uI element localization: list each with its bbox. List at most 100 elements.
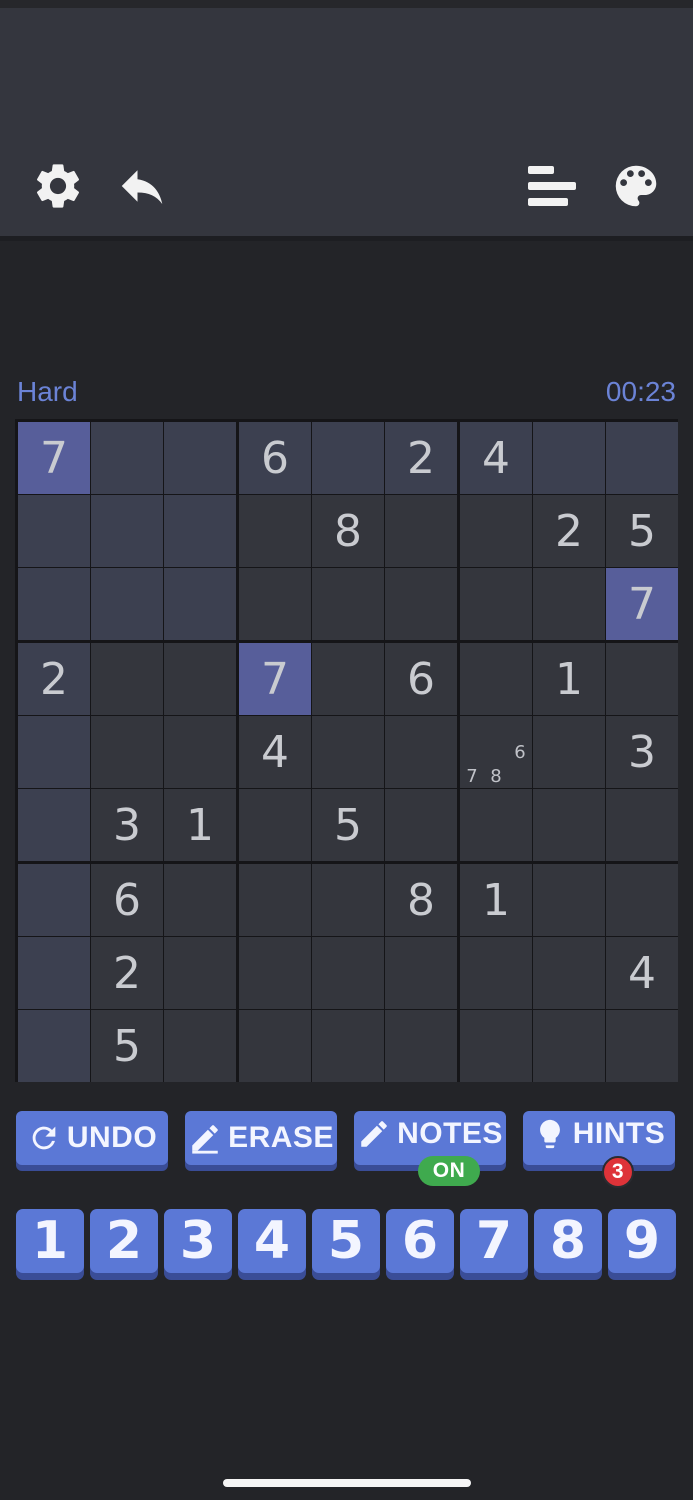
- cell-r3-c4[interactable]: [239, 568, 311, 640]
- cell-r2-c6[interactable]: [385, 495, 457, 567]
- cell-r5-c3[interactable]: [164, 716, 236, 788]
- number-button-5[interactable]: 5: [312, 1209, 380, 1273]
- cell-r9-c7[interactable]: [460, 1010, 532, 1082]
- cell-r5-c7[interactable]: 6 78: [460, 716, 532, 788]
- cell-r8-c3[interactable]: [164, 937, 236, 1009]
- cell-r9-c3[interactable]: [164, 1010, 236, 1082]
- cell-r7-c5[interactable]: [312, 864, 384, 936]
- cell-r8-c2[interactable]: 2: [91, 937, 163, 1009]
- cell-r3-c9[interactable]: 7: [606, 568, 678, 640]
- cell-r5-c9[interactable]: 3: [606, 716, 678, 788]
- cell-r2-c3[interactable]: [164, 495, 236, 567]
- cell-r6-c5[interactable]: 5: [312, 789, 384, 861]
- cell-r5-c8[interactable]: [533, 716, 605, 788]
- cell-r4-c7[interactable]: [460, 643, 532, 715]
- cell-r8-c5[interactable]: [312, 937, 384, 1009]
- cell-r6-c6[interactable]: [385, 789, 457, 861]
- palette-icon[interactable]: [606, 156, 666, 216]
- cell-r4-c3[interactable]: [164, 643, 236, 715]
- cell-value: 6: [407, 653, 435, 705]
- lightbulb-icon: [539, 1119, 560, 1149]
- cell-r6-c4[interactable]: [239, 789, 311, 861]
- cell-r6-c2[interactable]: 3: [91, 789, 163, 861]
- cell-r6-c9[interactable]: [606, 789, 678, 861]
- cell-r5-c1[interactable]: [18, 716, 90, 788]
- cell-r5-c5[interactable]: [312, 716, 384, 788]
- cell-r1-c2[interactable]: [91, 422, 163, 494]
- erase-button[interactable]: ERASE: [185, 1111, 337, 1165]
- cell-r2-c1[interactable]: [18, 495, 90, 567]
- cell-r9-c6[interactable]: [385, 1010, 457, 1082]
- cell-r7-c9[interactable]: [606, 864, 678, 936]
- cell-r8-c7[interactable]: [460, 937, 532, 1009]
- cell-r7-c8[interactable]: [533, 864, 605, 936]
- cell-r7-c4[interactable]: [239, 864, 311, 936]
- cell-r4-c9[interactable]: [606, 643, 678, 715]
- number-button-7[interactable]: 7: [460, 1209, 528, 1273]
- cell-r3-c2[interactable]: [91, 568, 163, 640]
- cell-r4-c5[interactable]: [312, 643, 384, 715]
- cell-r3-c6[interactable]: [385, 568, 457, 640]
- notes-button[interactable]: NOTES ON: [354, 1111, 506, 1186]
- cell-r9-c1[interactable]: [18, 1010, 90, 1082]
- cell-r4-c2[interactable]: [91, 643, 163, 715]
- cell-r7-c2[interactable]: 6: [91, 864, 163, 936]
- number-button-4[interactable]: 4: [238, 1209, 306, 1273]
- cell-r5-c2[interactable]: [91, 716, 163, 788]
- cell-r5-c4[interactable]: 4: [239, 716, 311, 788]
- cell-r7-c7[interactable]: 1: [460, 864, 532, 936]
- cell-r2-c9[interactable]: 5: [606, 495, 678, 567]
- cell-r7-c6[interactable]: 8: [385, 864, 457, 936]
- cell-r8-c1[interactable]: [18, 937, 90, 1009]
- cell-r4-c4[interactable]: 7: [239, 643, 311, 715]
- cell-r2-c4[interactable]: [239, 495, 311, 567]
- number-button-1[interactable]: 1: [16, 1209, 84, 1273]
- cell-r1-c3[interactable]: [164, 422, 236, 494]
- cell-r8-c8[interactable]: [533, 937, 605, 1009]
- cell-r1-c9[interactable]: [606, 422, 678, 494]
- cell-r8-c4[interactable]: [239, 937, 311, 1009]
- cell-r3-c3[interactable]: [164, 568, 236, 640]
- cell-r9-c2[interactable]: 5: [91, 1010, 163, 1082]
- cell-r2-c2[interactable]: [91, 495, 163, 567]
- cell-r9-c8[interactable]: [533, 1010, 605, 1082]
- cell-r9-c4[interactable]: [239, 1010, 311, 1082]
- cell-r2-c8[interactable]: 2: [533, 495, 605, 567]
- cell-r6-c7[interactable]: [460, 789, 532, 861]
- cell-r4-c6[interactable]: 6: [385, 643, 457, 715]
- cell-r7-c1[interactable]: [18, 864, 90, 936]
- cell-r4-c8[interactable]: 1: [533, 643, 605, 715]
- cell-r9-c9[interactable]: [606, 1010, 678, 1082]
- cell-r8-c9[interactable]: 4: [606, 937, 678, 1009]
- cell-r1-c6[interactable]: 2: [385, 422, 457, 494]
- cell-r1-c1[interactable]: 7: [18, 422, 90, 494]
- cell-r8-c6[interactable]: [385, 937, 457, 1009]
- gear-icon[interactable]: [28, 156, 88, 216]
- cell-r4-c1[interactable]: 2: [18, 643, 90, 715]
- cell-r9-c5[interactable]: [312, 1010, 384, 1082]
- number-button-8[interactable]: 8: [534, 1209, 602, 1273]
- cell-r3-c7[interactable]: [460, 568, 532, 640]
- number-button-9[interactable]: 9: [608, 1209, 676, 1273]
- cell-r2-c7[interactable]: [460, 495, 532, 567]
- undo-button[interactable]: UNDO: [16, 1111, 168, 1165]
- cell-r2-c5[interactable]: 8: [312, 495, 384, 567]
- reply-icon[interactable]: [112, 156, 172, 216]
- cell-r1-c5[interactable]: [312, 422, 384, 494]
- cell-r1-c8[interactable]: [533, 422, 605, 494]
- stats-icon[interactable]: [522, 156, 582, 216]
- cell-r3-c5[interactable]: [312, 568, 384, 640]
- cell-r6-c8[interactable]: [533, 789, 605, 861]
- cell-r6-c3[interactable]: 1: [164, 789, 236, 861]
- cell-r1-c7[interactable]: 4: [460, 422, 532, 494]
- cell-r6-c1[interactable]: [18, 789, 90, 861]
- number-button-2[interactable]: 2: [90, 1209, 158, 1273]
- cell-r5-c6[interactable]: [385, 716, 457, 788]
- number-button-3[interactable]: 3: [164, 1209, 232, 1273]
- cell-r3-c1[interactable]: [18, 568, 90, 640]
- cell-r3-c8[interactable]: [533, 568, 605, 640]
- number-button-6[interactable]: 6: [386, 1209, 454, 1273]
- cell-r1-c4[interactable]: 6: [239, 422, 311, 494]
- hints-button[interactable]: HINTS 3: [523, 1111, 675, 1188]
- cell-r7-c3[interactable]: [164, 864, 236, 936]
